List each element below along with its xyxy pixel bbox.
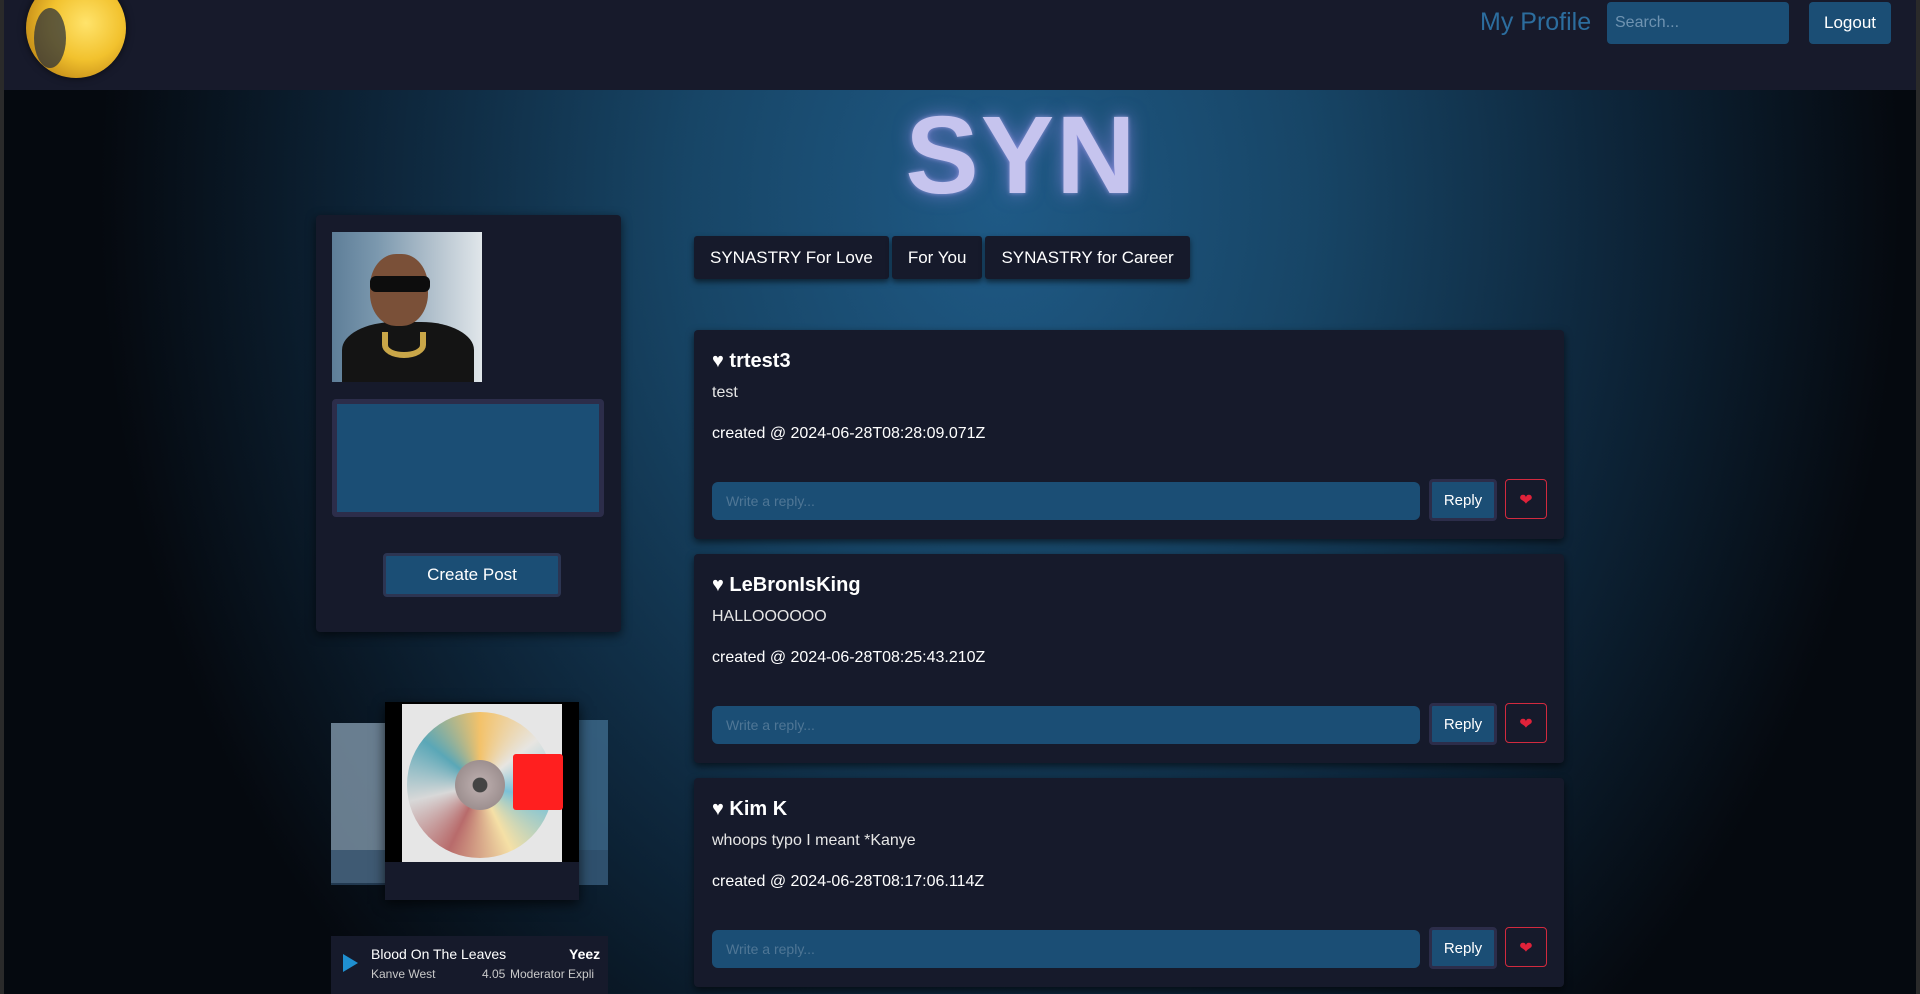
heart-icon[interactable]: ❤ — [1505, 479, 1547, 519]
album-art — [385, 702, 579, 862]
reply-input[interactable] — [712, 706, 1420, 744]
heart-icon[interactable]: ❤ — [1505, 927, 1547, 967]
reply-input[interactable] — [712, 930, 1420, 968]
music-player: Blood On The Leaves Yeez Kanve West 4.05… — [331, 936, 608, 994]
post-content: test — [712, 384, 738, 401]
post-card: ♥ trtest3 test created @ 2024-06-28T08:2… — [694, 330, 1564, 539]
new-post-textarea[interactable] — [332, 399, 604, 517]
track-tags: Moderator Expli — [510, 967, 595, 981]
post-card: ♥ LeBronIsKing HALLOOOOOO created @ 2024… — [694, 554, 1564, 763]
tab-for-you[interactable]: For You — [891, 236, 983, 279]
heart-icon[interactable]: ❤ — [1505, 703, 1547, 743]
create-post-button[interactable]: Create Post — [383, 553, 561, 597]
tab-synastry-love[interactable]: SYNASTRY For Love — [694, 236, 889, 279]
logout-button[interactable]: Logout — [1809, 2, 1891, 44]
post-card: ♥ Kim K whoops typo I meant *Kanye creat… — [694, 778, 1564, 987]
reply-button[interactable]: Reply — [1429, 479, 1497, 521]
track-album: Yeez — [569, 946, 601, 962]
post-author[interactable]: ♥ Kim K — [712, 798, 787, 821]
feed-tabs: SYNASTRY For Love For You SYNASTRY for C… — [694, 236, 1190, 279]
post-content: HALLOOOOOO — [712, 608, 827, 625]
site-title: SYN — [905, 94, 1138, 217]
post-timestamp: created @ 2024-06-28T08:17:06.114Z — [712, 873, 985, 890]
search-input[interactable] — [1607, 2, 1789, 44]
avatar — [332, 232, 482, 382]
top-navbar: My Profile Logout — [4, 0, 1916, 90]
post-timestamp: created @ 2024-06-28T08:25:43.210Z — [712, 649, 986, 666]
moon-logo-icon[interactable] — [26, 0, 126, 78]
album-card[interactable] — [385, 702, 579, 900]
track-duration: 4.05 — [482, 967, 506, 981]
post-timestamp: created @ 2024-06-28T08:28:09.071Z — [712, 425, 986, 442]
post-content: whoops typo I meant *Kanye — [712, 832, 916, 849]
track-title: Blood On The Leaves — [371, 946, 507, 962]
reply-button[interactable]: Reply — [1429, 703, 1497, 745]
post-author[interactable]: ♥ trtest3 — [712, 350, 791, 373]
my-profile-link[interactable]: My Profile — [1480, 8, 1591, 37]
tab-synastry-career[interactable]: SYNASTRY for Career — [985, 236, 1190, 279]
post-composer-panel: Create Post — [316, 215, 621, 632]
post-author[interactable]: ♥ LeBronIsKing — [712, 574, 861, 597]
reply-button[interactable]: Reply — [1429, 927, 1497, 969]
reply-input[interactable] — [712, 482, 1420, 520]
track-artist: Kanve West — [371, 967, 436, 981]
post-feed: ♥ trtest3 test created @ 2024-06-28T08:2… — [694, 330, 1564, 994]
play-icon[interactable] — [343, 954, 358, 972]
